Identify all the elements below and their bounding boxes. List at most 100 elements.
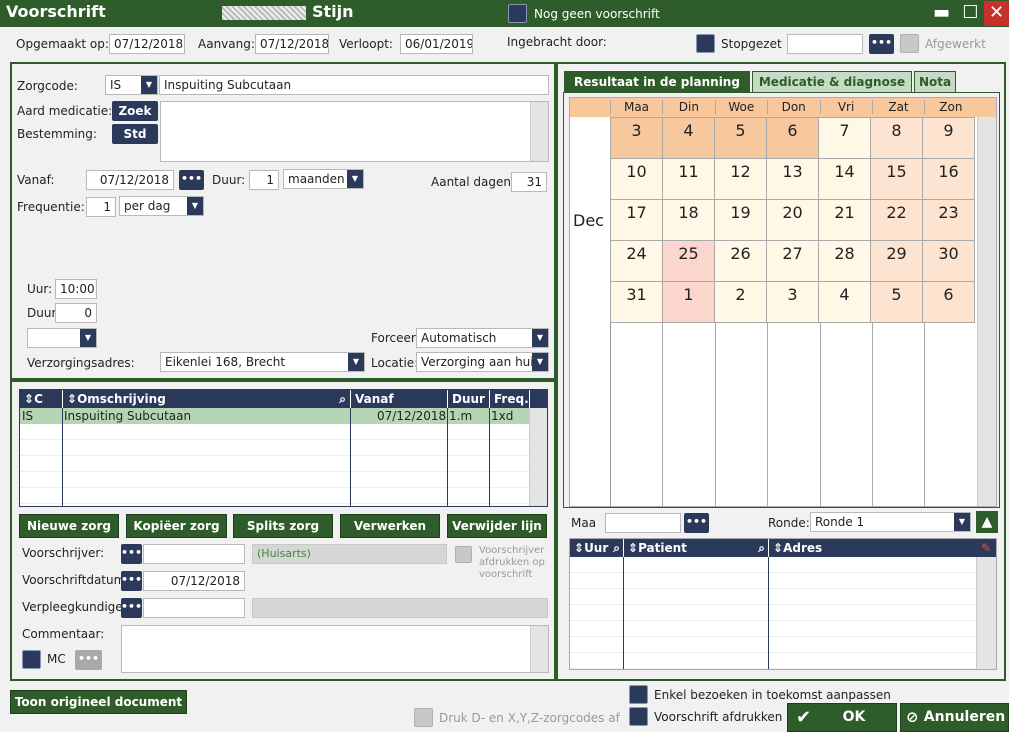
calendar-day[interactable]: 24 xyxy=(610,240,663,282)
mc-checkbox[interactable] xyxy=(22,650,41,669)
nieuwe-zorg-button[interactable]: Nieuwe zorg xyxy=(19,514,119,538)
no-prescription-checkbox[interactable] xyxy=(508,4,527,23)
calendar-day[interactable]: 12 xyxy=(714,158,767,200)
uur-field[interactable]: 10:00 xyxy=(55,279,97,299)
calendar-day[interactable]: 4 xyxy=(818,281,871,323)
calendar-day[interactable]: 7 xyxy=(818,117,871,159)
visits-scrollbar[interactable] xyxy=(976,557,996,669)
voorschriftdatum-field[interactable]: 07/12/2018 xyxy=(143,571,245,591)
opgemaakt-field[interactable]: 07/12/2018 xyxy=(109,34,185,54)
clear-filter-icon[interactable]: ✎ xyxy=(976,539,996,557)
calendar-day[interactable]: 10 xyxy=(610,158,663,200)
forceer-select[interactable]: Automatisch ▼ xyxy=(416,328,549,348)
druk-codes-checkbox[interactable] xyxy=(414,708,433,727)
vanaf-field[interactable]: 07/12/2018 xyxy=(86,170,174,190)
calendar-day[interactable]: 6 xyxy=(766,117,819,159)
col-header-freq[interactable]: Freq. xyxy=(489,390,529,408)
annuleren-button[interactable]: ⊘ Annuleren xyxy=(900,703,1009,732)
calendar-day[interactable]: 2 xyxy=(714,281,767,323)
zoek-button[interactable]: Zoek xyxy=(112,101,158,121)
calendar-day[interactable]: 20 xyxy=(766,199,819,241)
tab-medicatie[interactable]: Medicatie & diagnose xyxy=(752,71,912,93)
calendar-day[interactable]: 5 xyxy=(714,117,767,159)
calendar-day[interactable]: 14 xyxy=(818,158,871,200)
aanvang-field[interactable]: 07/12/2018 xyxy=(255,34,329,54)
calendar-day[interactable]: 23 xyxy=(922,199,975,241)
calendar-day[interactable]: 22 xyxy=(870,199,923,241)
commentaar-textarea[interactable] xyxy=(121,625,549,673)
frequentie-field[interactable]: 1 xyxy=(86,197,116,217)
calendar-day[interactable]: 30 xyxy=(922,240,975,282)
vanaf-dots-button[interactable]: ••• xyxy=(179,170,204,190)
voorschrijver-field[interactable] xyxy=(143,544,245,564)
tab-resultaat[interactable]: Resultaat in de planning xyxy=(564,71,750,93)
calendar-day[interactable]: 9 xyxy=(922,117,975,159)
calendar-day[interactable]: 3 xyxy=(766,281,819,323)
verpleegkundige-field[interactable] xyxy=(143,598,245,618)
medication-scrollbar[interactable] xyxy=(530,102,548,161)
duur-field[interactable]: 1 xyxy=(249,170,279,190)
ronde-select[interactable]: Ronde 1 ▼ xyxy=(810,512,971,532)
voorschrift-afdrukken-checkbox[interactable] xyxy=(629,707,648,726)
empty-select[interactable]: ▼ xyxy=(27,328,97,348)
calendar-day[interactable]: 15 xyxy=(870,158,923,200)
duur-unit-select[interactable]: maanden ▼ xyxy=(283,169,364,189)
verwerken-button[interactable]: Verwerken xyxy=(340,514,440,538)
splits-zorg-button[interactable]: Splits zorg xyxy=(233,514,333,538)
calendar-day[interactable]: 28 xyxy=(818,240,871,282)
col-header-c[interactable]: ⇕C xyxy=(20,390,62,408)
enkel-bezoeken-checkbox[interactable] xyxy=(629,685,648,704)
calendar-day[interactable]: 21 xyxy=(818,199,871,241)
calendar-day[interactable]: 25 xyxy=(662,240,715,282)
locatie-select[interactable]: Verzorging aan huis ▼ xyxy=(416,352,549,372)
tab-nota[interactable]: Nota xyxy=(914,71,956,93)
col-header-omschrijving[interactable]: ⇕Omschrijving ⌕ xyxy=(62,390,350,408)
maximize-button[interactable]: ☐ xyxy=(957,1,984,26)
col-header-uur[interactable]: ⇕Uur ⌕ xyxy=(570,539,623,557)
stopgezet-checkbox[interactable] xyxy=(696,34,715,53)
planning-dots-button[interactable]: ••• xyxy=(684,513,709,533)
zorgcode-select[interactable]: IS ▼ xyxy=(105,75,158,95)
stopgezet-field[interactable] xyxy=(787,34,863,54)
verpleegkundige-dots-button[interactable]: ••• xyxy=(121,598,142,618)
col-header-vanaf[interactable]: Vanaf xyxy=(350,390,447,408)
col-header-patient[interactable]: ⇕Patient ⌕ xyxy=(623,539,768,557)
ok-button[interactable]: ✔ OK xyxy=(787,703,897,732)
calendar-day[interactable]: 11 xyxy=(662,158,715,200)
planning-date-field[interactable] xyxy=(605,513,681,533)
calendar-day[interactable]: 18 xyxy=(662,199,715,241)
kopieer-zorg-button[interactable]: Kopiëer zorg xyxy=(126,514,227,538)
verzorgingsadres-select[interactable]: Eikenlei 168, Brecht ▼ xyxy=(160,352,365,372)
calendar-day[interactable]: 26 xyxy=(714,240,767,282)
calendar-day[interactable]: 4 xyxy=(662,117,715,159)
calendar-day[interactable]: 13 xyxy=(766,158,819,200)
close-button[interactable]: ✕ xyxy=(984,1,1009,26)
calendar-day[interactable]: 17 xyxy=(610,199,663,241)
calendar-day[interactable]: 19 xyxy=(714,199,767,241)
voorschrijver-dots-button[interactable]: ••• xyxy=(121,544,142,564)
calendar-day[interactable]: 16 xyxy=(922,158,975,200)
commentaar-scrollbar[interactable] xyxy=(530,626,548,672)
zorgcode-description[interactable]: Inspuiting Subcutaan xyxy=(159,75,549,95)
table-row[interactable]: IS Inspuiting Subcutaan 07/12/2018 1.m 1… xyxy=(20,408,529,424)
stopgezet-dots-button[interactable]: ••• xyxy=(869,34,894,54)
afgewerkt-checkbox[interactable] xyxy=(900,34,919,53)
voorschriftdatum-dots-button[interactable]: ••• xyxy=(121,571,142,591)
calendar-day[interactable]: 3 xyxy=(610,117,663,159)
calendar-day[interactable]: 31 xyxy=(610,281,663,323)
col-header-adres[interactable]: ⇕Adres xyxy=(768,539,976,557)
col-header-duur[interactable]: Duur xyxy=(447,390,489,408)
table-scrollbar[interactable] xyxy=(529,408,547,506)
calendar-day[interactable]: 8 xyxy=(870,117,923,159)
calendar-day[interactable]: 5 xyxy=(870,281,923,323)
frequentie-unit-select[interactable]: per dag ▼ xyxy=(119,196,204,216)
calendar-day[interactable]: 1 xyxy=(662,281,715,323)
std-button[interactable]: Std xyxy=(112,124,158,144)
verloopt-field[interactable]: 06/01/2019 xyxy=(400,34,473,54)
voorschrijver-afdrukken-checkbox[interactable] xyxy=(455,546,472,563)
medication-textarea[interactable] xyxy=(160,101,549,162)
mc-dots-button[interactable]: ••• xyxy=(75,650,102,670)
verwijder-lijn-button[interactable]: Verwijder lijn xyxy=(447,514,547,538)
aantal-dagen-field[interactable]: 31 xyxy=(511,172,547,192)
duur2-field[interactable]: 0 xyxy=(55,303,97,323)
